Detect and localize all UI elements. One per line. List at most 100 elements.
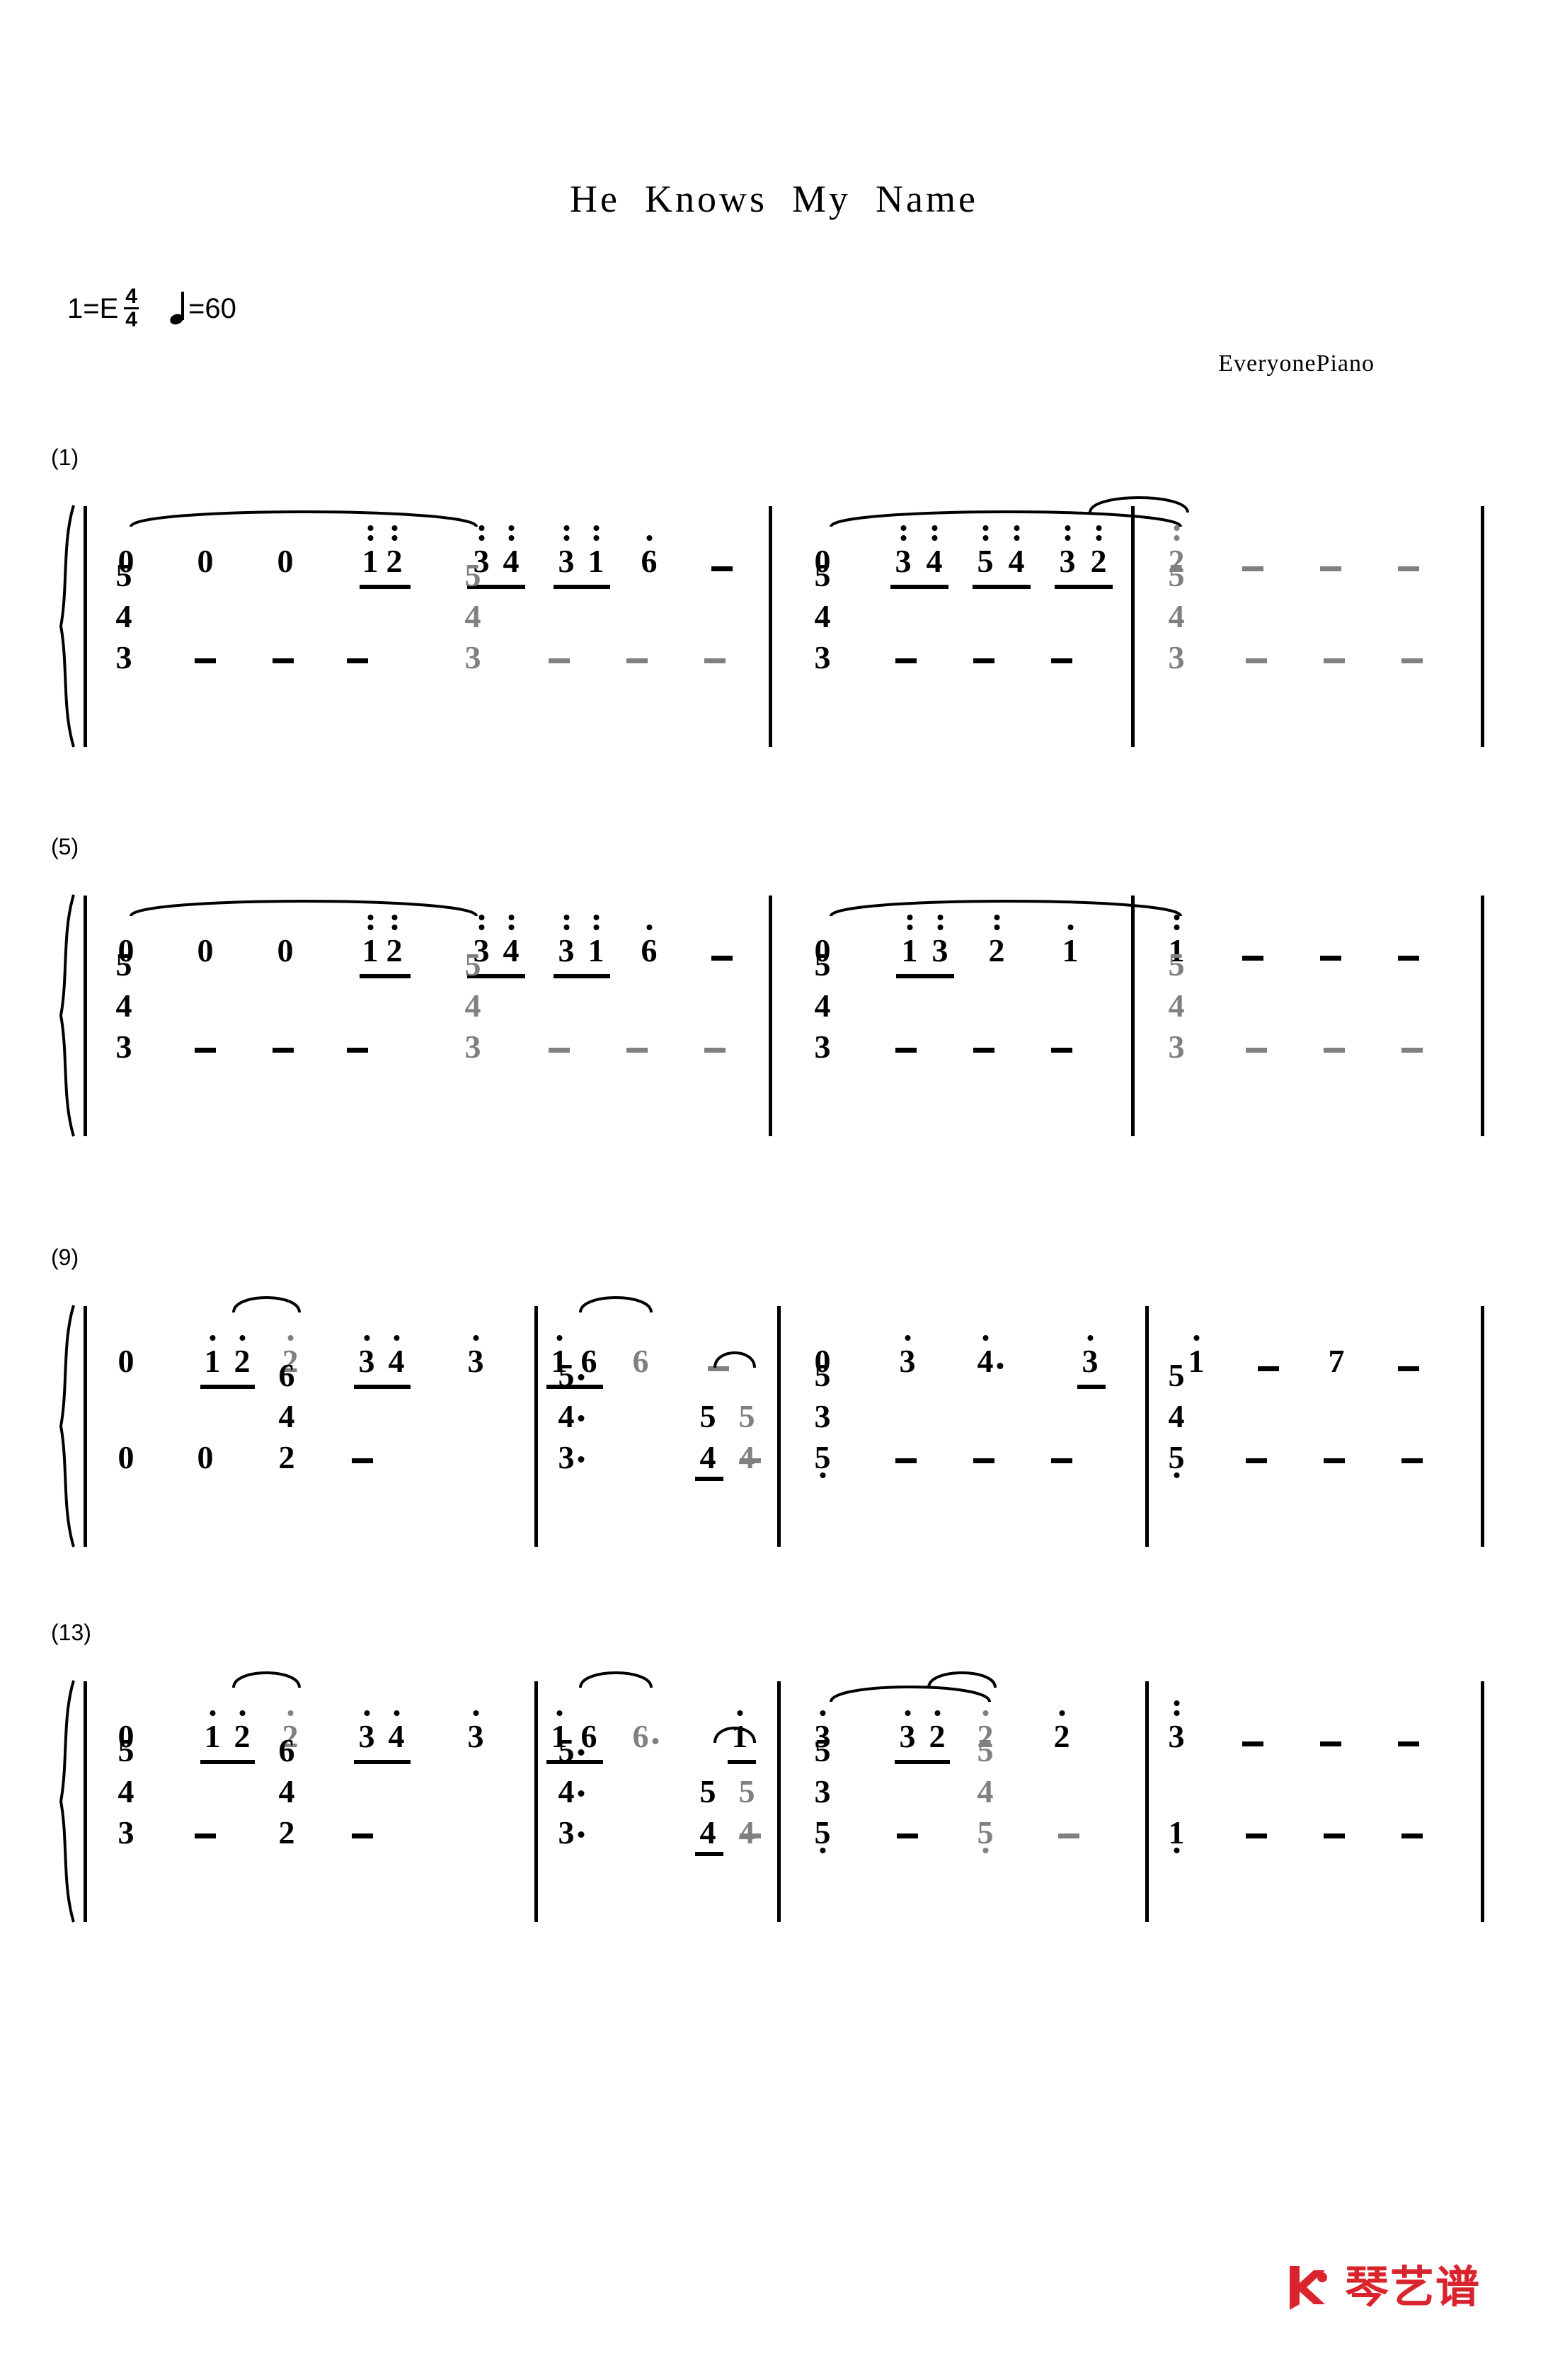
melody-note: 0 bbox=[197, 932, 214, 968]
bass-chord-stack: 6 4 2 bbox=[279, 1730, 295, 1853]
octave-down-dots bbox=[982, 1848, 988, 1853]
chord-tone: 4 bbox=[814, 988, 831, 1024]
octave-up-dots bbox=[473, 1710, 478, 1716]
barline bbox=[1131, 896, 1135, 1136]
chord-tone: 5 bbox=[1169, 1437, 1185, 1478]
augmentation-dot bbox=[578, 1373, 585, 1380]
beam-line bbox=[695, 1477, 723, 1481]
duration-dash bbox=[195, 1833, 216, 1838]
duration-dash bbox=[1324, 1458, 1345, 1463]
octave-up-dots bbox=[508, 525, 514, 541]
duration-dash bbox=[549, 1048, 570, 1053]
duration-dash bbox=[1246, 1048, 1267, 1053]
tie-slur bbox=[713, 1720, 756, 1744]
chord-tone: 5 bbox=[1168, 1357, 1185, 1393]
octave-down-dots bbox=[820, 1472, 825, 1478]
melody-note: 1 bbox=[362, 525, 379, 578]
duration-dash bbox=[711, 566, 733, 571]
bass-chord-stack: 545 bbox=[1169, 1355, 1185, 1478]
key-and-tempo-marking: 1=E 4 4 =60 bbox=[67, 286, 236, 331]
barline bbox=[1481, 1306, 1484, 1547]
chord-tone: 3 bbox=[1168, 1029, 1185, 1065]
octave-up-dots bbox=[563, 915, 569, 930]
duration-dash bbox=[1246, 1458, 1267, 1463]
melody-note: 4 bbox=[503, 525, 520, 578]
duration-dash bbox=[352, 1458, 373, 1463]
melody-note: 6 bbox=[641, 925, 658, 967]
duration-dash bbox=[1398, 1741, 1419, 1746]
chord-tone: 6 bbox=[278, 1732, 295, 1768]
duration-dash bbox=[549, 658, 570, 663]
chord-tone: 5 bbox=[815, 1812, 831, 1853]
melody-note: 1 bbox=[588, 915, 604, 967]
chord-tone: 5 bbox=[814, 1732, 831, 1768]
chord-tone: 5 bbox=[977, 1812, 994, 1853]
beam-line bbox=[895, 1760, 950, 1764]
octave-up-dots bbox=[905, 1335, 910, 1341]
beam-line bbox=[546, 1760, 603, 1764]
duration-dash bbox=[973, 658, 994, 663]
octave-up-dots bbox=[364, 1335, 369, 1341]
octave-up-dots bbox=[556, 1710, 562, 1716]
beam-line bbox=[890, 585, 948, 589]
chord-tone: 5 bbox=[738, 1398, 755, 1434]
melody-note: 4 bbox=[977, 1335, 1004, 1378]
augmentation-dot bbox=[997, 1363, 1004, 1370]
bass-chord-stack: 54 bbox=[700, 1771, 716, 1853]
duration-dash bbox=[1324, 658, 1345, 663]
chord-tone: 5 bbox=[464, 946, 481, 983]
chord-tone: 3 bbox=[117, 1814, 134, 1850]
duration-dash bbox=[1401, 1458, 1423, 1463]
tempo-marking: =60 bbox=[168, 291, 236, 326]
duration-dash bbox=[1320, 956, 1341, 961]
beam-line bbox=[728, 1760, 756, 1764]
beam-line bbox=[554, 974, 610, 978]
duration-dash bbox=[273, 658, 294, 663]
bass-chord-stack: 54 bbox=[739, 1771, 755, 1853]
octave-up-dots bbox=[556, 1335, 562, 1341]
octave-down-dots bbox=[820, 1848, 825, 1853]
key-signature-label: 1=E bbox=[67, 293, 119, 324]
chord-tone: 2 bbox=[278, 1814, 295, 1850]
duration-dash bbox=[1398, 1366, 1419, 1371]
chord-tone: 3 bbox=[558, 1437, 585, 1478]
duration-dash bbox=[1242, 566, 1263, 571]
beam-line bbox=[695, 1852, 723, 1856]
chord-tone: 4 bbox=[699, 1439, 716, 1475]
melody-note: 3 bbox=[900, 1335, 916, 1378]
chord-tone: 5 bbox=[115, 557, 132, 593]
octave-up-dots bbox=[563, 525, 569, 541]
augmentation-dot bbox=[652, 1738, 659, 1745]
melody-note: 4 bbox=[503, 915, 520, 967]
melody-note: 3 bbox=[558, 915, 575, 967]
tie-slur bbox=[232, 1290, 301, 1314]
arranger-credit: EveryonePiano bbox=[1218, 350, 1375, 377]
duration-dash bbox=[1246, 1833, 1267, 1838]
augmentation-dot bbox=[578, 1790, 585, 1797]
bass-chord-stack: 5 4 3 bbox=[465, 944, 481, 1068]
tie-slur bbox=[830, 1679, 991, 1703]
duration-dash bbox=[711, 956, 733, 961]
duration-dash bbox=[897, 1833, 918, 1838]
bass-chord-stack: 54 bbox=[739, 1396, 755, 1478]
bass-chord-stack: 545 bbox=[977, 1730, 994, 1853]
qinyipu-logo-icon bbox=[1285, 2263, 1335, 2313]
beam-line bbox=[554, 585, 610, 589]
augmentation-dot bbox=[578, 1831, 585, 1838]
barline bbox=[84, 506, 87, 747]
chord-tone: 4 bbox=[464, 988, 481, 1024]
melody-note: 1 bbox=[1062, 925, 1079, 967]
duration-dash bbox=[626, 1048, 648, 1053]
bass-chord-stack: 535 bbox=[815, 1355, 831, 1478]
duration-dash bbox=[1324, 1048, 1345, 1053]
octave-down-dots bbox=[1174, 1472, 1179, 1478]
melody-note: 3 bbox=[1169, 1700, 1185, 1753]
chord-tone: 4 bbox=[1168, 988, 1185, 1024]
bass-chord-stack: 5 4 3 bbox=[1169, 944, 1185, 1068]
logo-text: 琴艺谱 bbox=[1344, 2263, 1481, 2312]
octave-up-dots bbox=[478, 525, 484, 541]
melody-note: 6 bbox=[580, 1718, 597, 1754]
melody-note: 6 bbox=[633, 1720, 659, 1753]
beam-line bbox=[1077, 1385, 1106, 1389]
octave-up-dots bbox=[473, 1335, 478, 1341]
